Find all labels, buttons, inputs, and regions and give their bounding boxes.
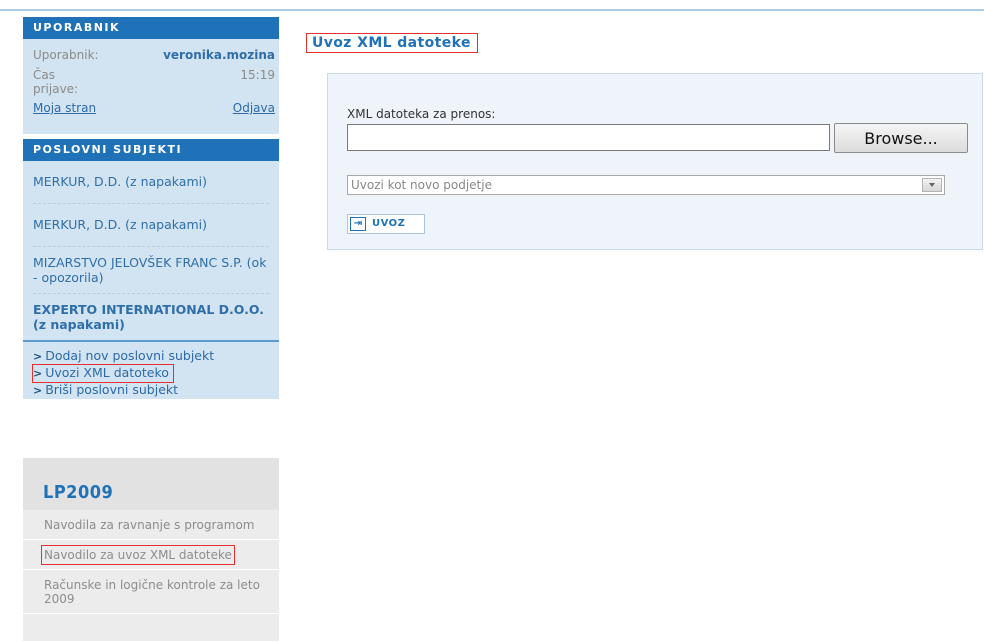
lp-item-controls[interactable]: Računske in logične kontrole za leto 200… (23, 570, 279, 614)
top-divider (0, 9, 984, 11)
import-button-label: UVOZ (372, 218, 406, 229)
lp-item-label: Računske in logične kontrole za leto 200… (44, 578, 260, 606)
lp-item-label: Navodilo za uvoz XML datoteke (41, 545, 235, 565)
user-row: Uporabnik: veronika.mozina (23, 48, 279, 62)
login-time-label-1: Čas (33, 68, 55, 82)
subjects-list: MERKUR, D.D. (z napakami) MERKUR, D.D. (… (23, 161, 279, 338)
user-name-value: veronika.mozina (163, 48, 275, 62)
user-box-heading: UPORABNIK (23, 17, 279, 39)
user-links-row: Moja stran Odjava (23, 101, 279, 115)
subject-item[interactable]: MERKUR, D.D. (z napakami) (33, 204, 269, 247)
subject-item[interactable]: MIZARSTVO JELOVŠEK FRANC S.P. (ok - opoz… (33, 247, 269, 294)
import-icon: ⇥ (350, 217, 366, 231)
delete-subject-label: Briši poslovni subjekt (45, 382, 179, 397)
file-field-label: XML datoteka za prenos: (347, 107, 496, 121)
lp-item-xml-import-guide[interactable]: Navodilo za uvoz XML datoteke (23, 540, 279, 570)
lp-item-instructions[interactable]: Navodila za ravnanje s programom (23, 510, 279, 540)
import-xml-link[interactable]: > Uvozi XML datoteko (32, 364, 174, 383)
lp-box: LP2009 Navodila za ravnanje s programom … (23, 458, 279, 641)
import-mode-value: Uvozi kot novo podjetje (351, 178, 492, 192)
arrow-right-icon: > (33, 350, 43, 363)
subject-item[interactable]: MERKUR, D.D. (z napakami) (33, 161, 269, 204)
lp-item-label: Navodila za ravnanje s programom (44, 518, 255, 532)
my-page-link[interactable]: Moja stran (33, 101, 96, 115)
arrow-right-icon: > (33, 384, 43, 397)
browse-button[interactable]: Browse... (834, 123, 968, 153)
import-button[interactable]: ⇥ UVOZ (347, 214, 425, 234)
logout-link[interactable]: Odjava (233, 101, 275, 115)
delete-subject-link[interactable]: > Briši poslovni subjekt (33, 382, 269, 399)
subject-item-selected[interactable]: EXPERTO INTERNATIONAL D.O.O. (z napakami… (33, 294, 269, 338)
import-mode-select[interactable]: Uvozi kot novo podjetje (347, 175, 945, 195)
login-time-label-2: prijave: (33, 82, 79, 96)
add-subject-label: Dodaj nov poslovni subjekt (45, 348, 215, 363)
user-box: UPORABNIK Uporabnik: veronika.mozina Čas… (23, 17, 279, 134)
subjects-box-heading: POSLOVNI SUBJEKTI (23, 139, 279, 161)
login-time-value: 15:19 (240, 68, 275, 82)
subject-actions: > Dodaj nov poslovni subjekt > Uvozi XML d… (23, 342, 279, 399)
lp-title: LP2009 (23, 458, 279, 510)
page-title: Uvoz XML datoteke (306, 33, 478, 53)
arrow-right-icon: > (33, 367, 43, 380)
file-path-input[interactable] (347, 124, 830, 151)
subjects-box: POSLOVNI SUBJEKTI MERKUR, D.D. (z napaka… (23, 139, 279, 399)
import-xml-label: Uvozi XML datoteko (45, 365, 169, 380)
import-panel: XML datoteka za prenos: Browse... Uvozi … (327, 73, 983, 250)
sidebar: UPORABNIK Uporabnik: veronika.mozina Čas… (23, 17, 279, 399)
login-time-row: Čas prijave: 15:19 (23, 68, 279, 96)
user-label: Uporabnik: (33, 48, 99, 62)
chevron-down-icon[interactable] (922, 178, 942, 192)
add-subject-link[interactable]: > Dodaj nov poslovni subjekt (33, 348, 269, 365)
